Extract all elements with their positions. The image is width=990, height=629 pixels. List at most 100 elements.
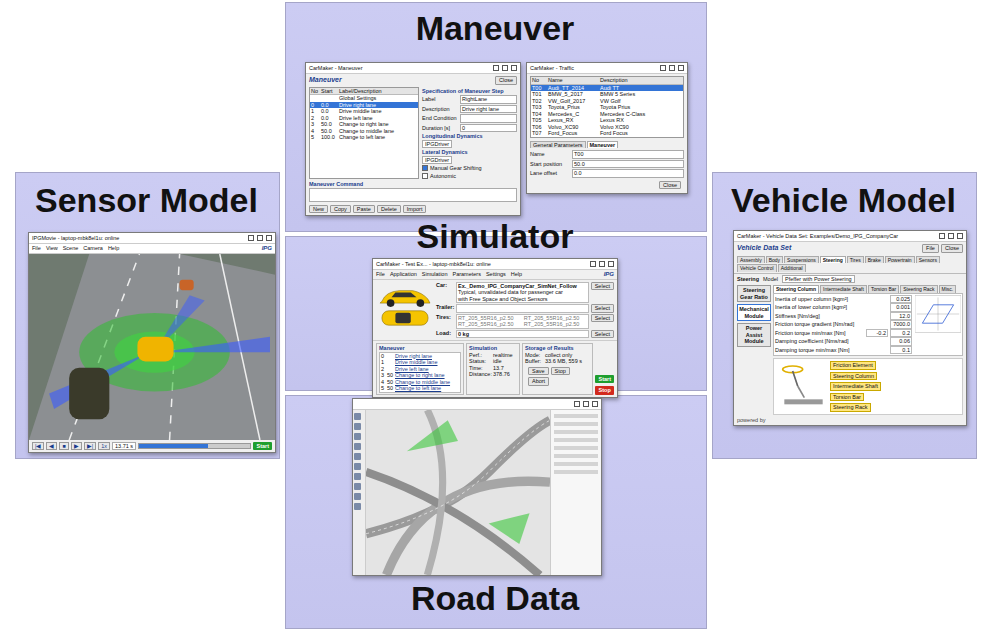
text-field[interactable]: T00 — [572, 150, 684, 159]
value-field[interactable]: 0.2 — [890, 329, 912, 338]
value-field[interactable]: 12.0 — [890, 312, 912, 321]
window-controls[interactable] — [574, 401, 598, 407]
playback-button[interactable]: ▶ — [71, 442, 82, 451]
tab[interactable]: Suspensions — [784, 256, 819, 264]
column-header[interactable]: Label/Description — [339, 88, 418, 95]
maneuver-row[interactable]: 00.0Drive right lane — [310, 102, 418, 109]
checkbox-row[interactable]: Autonomic — [422, 173, 517, 180]
menu-item[interactable]: View — [46, 245, 58, 252]
traffic-row[interactable]: T00Audi_TT_2014Audi TT — [531, 85, 683, 92]
menu-item[interactable]: File — [32, 245, 41, 252]
model-dropdown[interactable]: Pfeffer with Power Steering — [782, 275, 855, 284]
playback-button[interactable]: ◀ — [46, 442, 57, 451]
maneuver-row[interactable]: Global Settings — [310, 95, 418, 102]
subtab[interactable]: Steering Rack — [900, 285, 937, 293]
select-button[interactable]: Select — [591, 282, 614, 291]
command-field[interactable] — [309, 188, 517, 202]
select-button[interactable]: Select — [591, 314, 614, 323]
storage-button[interactable]: Stop — [551, 367, 570, 376]
column-header[interactable]: Description — [600, 77, 683, 84]
maneuver-row[interactable]: 5100.0Change to left lane — [310, 134, 418, 141]
start-button[interactable]: Start — [253, 442, 272, 451]
value-field[interactable]: 0.06 — [890, 337, 912, 346]
maneuver-step[interactable]: 0Drive right lane — [380, 353, 460, 360]
traffic-row[interactable]: T03Toyota_PriusToyota Prius — [531, 104, 683, 111]
toolbar-button[interactable]: New — [309, 205, 328, 214]
maneuver-row[interactable]: 10.0Drive middle lane — [310, 108, 418, 115]
maneuver-step[interactable]: 450Change to middle lane — [380, 379, 460, 386]
menu-item[interactable]: Parameters — [452, 271, 480, 278]
tab[interactable]: Sensors — [916, 256, 940, 264]
menu-item[interactable]: Help — [108, 245, 119, 252]
subtab[interactable]: Torsion Bar — [868, 285, 899, 293]
menu-item[interactable]: Camera — [83, 245, 103, 252]
toolbar-button[interactable]: Copy — [330, 205, 351, 214]
text-field[interactable]: Drive right lane — [460, 105, 517, 114]
window-controls[interactable] — [939, 233, 963, 239]
subtab[interactable]: Steering Column — [773, 285, 819, 293]
tab[interactable]: Maneuver — [587, 141, 619, 149]
maneuver-step[interactable]: 1Drive middle lane — [380, 359, 460, 366]
text-field[interactable]: 0.0 — [572, 169, 684, 178]
tab[interactable]: Vehicle Control — [737, 264, 777, 272]
maneuver-row[interactable]: 20.0Drive left lane — [310, 115, 418, 122]
select-button[interactable]: Select — [591, 330, 614, 339]
menu-item[interactable]: Application — [390, 271, 417, 278]
tab[interactable]: General Parameters — [530, 141, 586, 149]
text-field[interactable]: 0 — [460, 124, 517, 133]
window-controls[interactable] — [493, 65, 517, 71]
close-button[interactable]: Close — [659, 181, 681, 190]
tab[interactable]: Tires — [847, 256, 864, 264]
toolbar-button[interactable]: Import — [403, 205, 427, 214]
maneuver-step[interactable]: 2Drive left lane — [380, 366, 460, 373]
playback-button[interactable]: ▶| — [84, 442, 96, 451]
tab[interactable]: Additional — [778, 264, 806, 272]
start-button[interactable]: Start — [595, 375, 614, 384]
menu-item[interactable]: Scene — [63, 245, 79, 252]
tab[interactable]: Body — [766, 256, 783, 264]
value-field[interactable]: 0.025 — [890, 295, 912, 304]
tab[interactable]: Steering — [820, 256, 846, 264]
maneuver-row[interactable]: 350.0Change to right lane — [310, 121, 418, 128]
column-header[interactable]: No — [310, 88, 321, 95]
module-button[interactable]: Mechanical Module — [737, 304, 771, 321]
subtab[interactable]: Misc. — [939, 285, 957, 293]
checkbox[interactable] — [422, 165, 428, 171]
value-field[interactable]: -0.2 — [866, 329, 888, 338]
lateral-dropdown[interactable]: IPGDriver — [422, 156, 452, 165]
checkbox[interactable] — [422, 173, 428, 179]
toolbar-button[interactable]: Delete — [377, 205, 401, 214]
traffic-row[interactable]: T05Lexus_RXLexus RX — [531, 117, 683, 124]
header-button[interactable]: File — [922, 244, 939, 253]
road-network-canvas[interactable] — [366, 410, 550, 575]
column-header[interactable]: Name — [548, 77, 600, 84]
value-field[interactable]: 0.1 — [890, 346, 912, 355]
stop-button[interactable]: Stop — [595, 386, 614, 395]
speed-button[interactable]: 1x — [98, 442, 110, 451]
playback-button[interactable]: ■ — [59, 442, 68, 451]
storage-button[interactable]: Save — [528, 367, 549, 376]
traffic-row[interactable]: T06Volvo_XC90Volvo XC90 — [531, 124, 683, 131]
maneuver-row[interactable]: 450.0Change to middle lane — [310, 128, 418, 135]
text-field[interactable]: RightLane — [460, 95, 517, 104]
header-button[interactable]: Close — [941, 244, 963, 253]
traffic-row[interactable]: T02VW_Golf_2017VW Golf — [531, 98, 683, 105]
window-controls[interactable] — [590, 261, 614, 267]
traffic-row[interactable]: T01BMW_5_2017BMW 5 Series — [531, 91, 683, 98]
window-controls[interactable] — [248, 235, 272, 241]
column-header[interactable]: Start — [321, 88, 339, 95]
value-field[interactable]: 0.001 — [890, 303, 912, 312]
module-button[interactable]: Power Assist Module — [737, 323, 771, 347]
menu-item[interactable]: Settings — [486, 271, 506, 278]
module-button[interactable]: Steering Gear Ratio — [737, 285, 771, 302]
close-button[interactable]: Close — [495, 76, 517, 85]
value-field[interactable]: 7000.0 — [890, 320, 912, 329]
menu-item[interactable]: Simulation — [422, 271, 448, 278]
timeline-slider[interactable] — [138, 443, 251, 449]
longitudinal-dropdown[interactable]: IPGDriver — [422, 140, 452, 149]
checkbox-row[interactable]: Manual Gear Shifting — [422, 165, 517, 172]
text-field[interactable] — [460, 114, 517, 123]
column-header[interactable]: No — [531, 77, 548, 84]
maneuver-step[interactable]: 350Change to right lane — [380, 372, 460, 379]
maneuver-step[interactable]: 550Change to left lane — [380, 385, 460, 392]
